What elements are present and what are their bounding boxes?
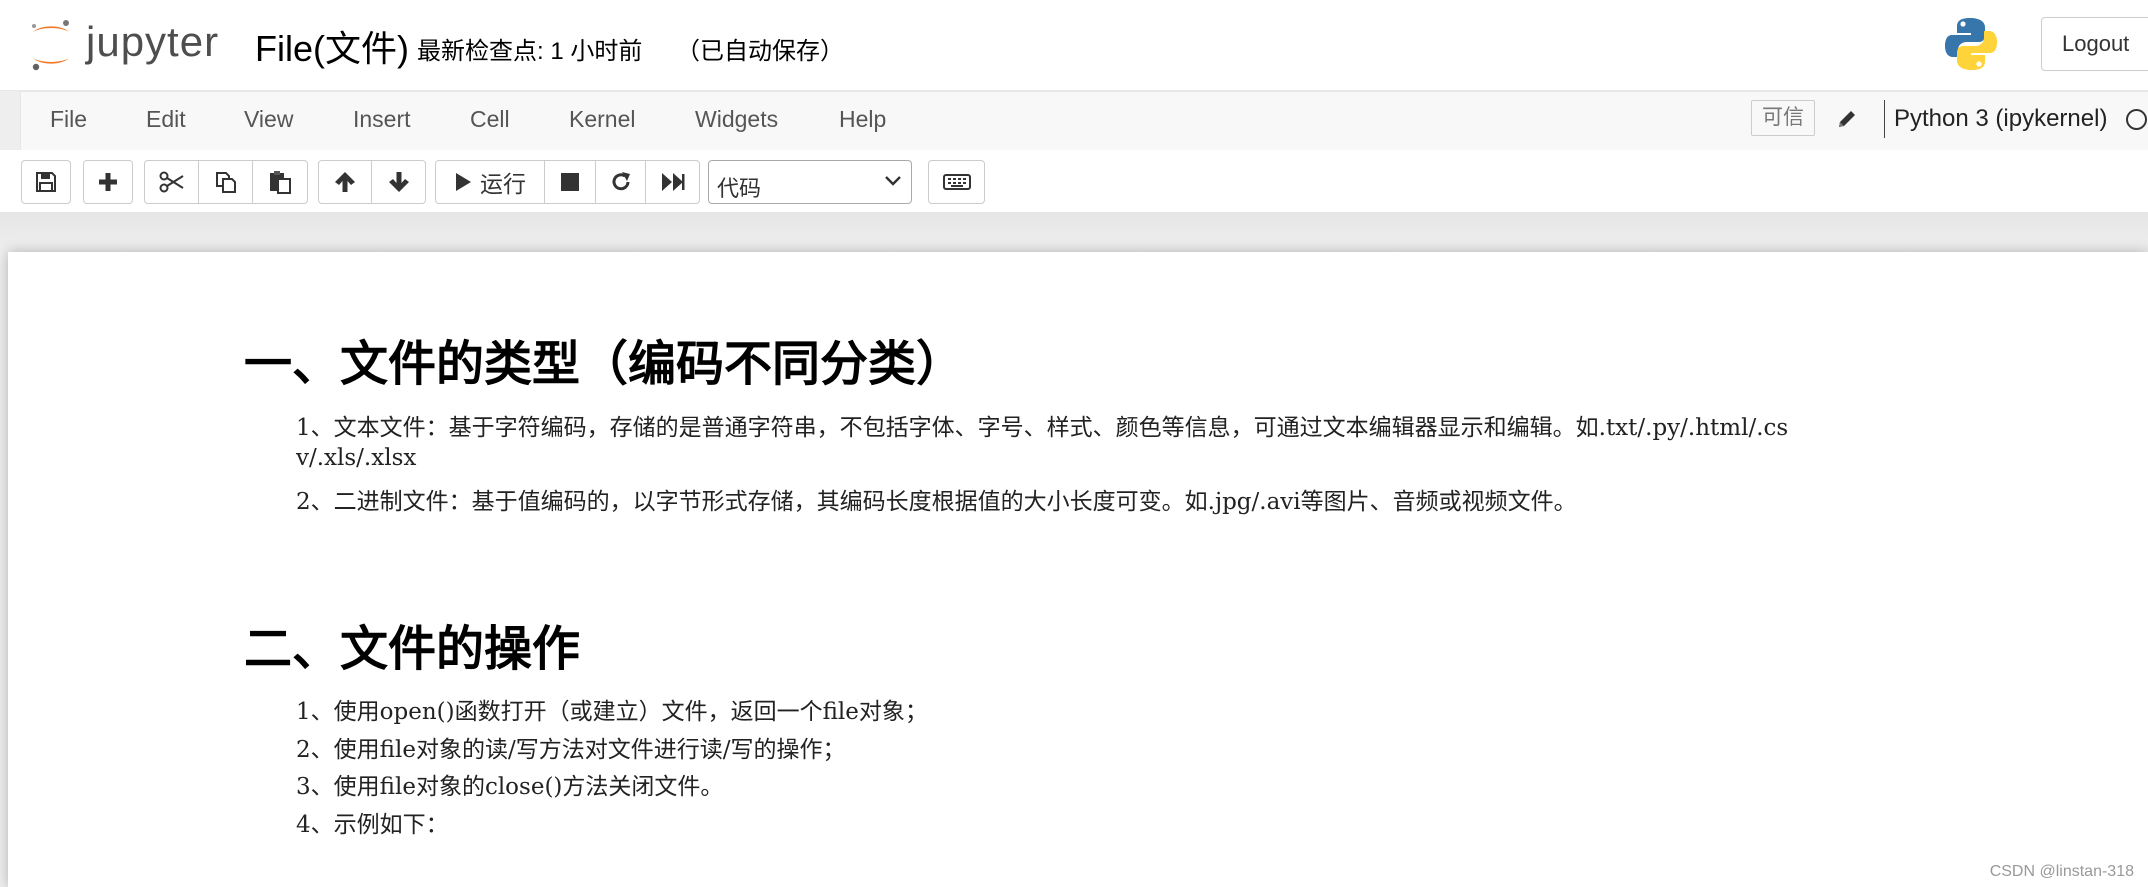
- section2-line-3: 3、使用file对象的close()方法关闭文件。: [296, 774, 724, 800]
- plus-icon: [99, 173, 117, 191]
- jupyter-logo-icon: [32, 20, 69, 71]
- stop-icon: [561, 173, 579, 191]
- cell-type-select[interactable]: 代码: [708, 160, 912, 204]
- section1-line-1: 1、文本文件：基于字符编码，存储的是普通字符串，不包括字体、字号、样式、颜色等信…: [296, 415, 1789, 441]
- move-up-button[interactable]: [318, 160, 372, 204]
- move-down-button[interactable]: [372, 160, 426, 204]
- trusted-indicator[interactable]: 可信: [1751, 100, 1815, 136]
- fast-forward-icon: [661, 173, 684, 191]
- menu-widgets[interactable]: Widgets: [695, 106, 778, 133]
- toolbar: 运行 代码: [0, 150, 2148, 212]
- menu-kernel[interactable]: Kernel: [569, 106, 635, 133]
- section1-heading: 一、文件的类型（编码不同分类）: [244, 336, 965, 392]
- menu-view[interactable]: View: [244, 106, 293, 133]
- menubar: File Edit View Insert Cell Kernel Widget…: [20, 91, 2148, 151]
- section1-line-3: 2、二进制文件：基于值编码的，以字节形式存储，其编码长度根据值的大小长度可变。如…: [296, 489, 1577, 515]
- interrupt-button[interactable]: [545, 160, 596, 204]
- cell-type-value: 代码: [717, 176, 762, 201]
- run-button[interactable]: 运行: [435, 160, 545, 204]
- command-palette-button[interactable]: [928, 160, 985, 204]
- menu-help[interactable]: Help: [839, 106, 886, 133]
- menu-insert[interactable]: Insert: [353, 106, 411, 133]
- kernel-name[interactable]: Python 3 (ipykernel): [1894, 105, 2107, 133]
- copy-icon: [215, 172, 236, 193]
- logout-button[interactable]: Logout: [2041, 17, 2148, 71]
- menu-file[interactable]: File: [50, 106, 87, 133]
- checkpoint-status: 最新检查点: 1 小时前: [417, 38, 643, 65]
- restart-run-all-button[interactable]: [646, 160, 700, 204]
- notebook-name[interactable]: File(文件): [255, 20, 409, 72]
- jupyter-logo[interactable]: jupyter: [28, 18, 228, 72]
- logo-text: jupyter: [86, 18, 220, 65]
- save-icon: [36, 172, 56, 192]
- section2-line-4: 4、示例如下：: [296, 812, 449, 838]
- section2-heading: 二、文件的操作: [244, 621, 581, 677]
- chevron-down-icon: [885, 176, 901, 186]
- kernel-idle-icon: [2126, 109, 2147, 130]
- header: jupyter File(文件) 最新检查点: 1 小时前 （已自动保存） Lo…: [0, 0, 2148, 91]
- menu-edit[interactable]: Edit: [146, 106, 186, 133]
- kernel-divider: [1884, 100, 1885, 138]
- play-icon: [456, 173, 471, 191]
- section1-line-2: v/.xls/.xlsx: [296, 445, 417, 471]
- python-logo-icon: [1945, 18, 1997, 70]
- paste-icon: [270, 171, 291, 194]
- pencil-icon[interactable]: [1836, 108, 1858, 130]
- notebook-container[interactable]: 一、文件的类型（编码不同分类） 1、文本文件：基于字符编码，存储的是普通字符串，…: [8, 252, 2148, 887]
- add-cell-button[interactable]: [83, 160, 133, 204]
- menu-cell[interactable]: Cell: [470, 106, 510, 133]
- arrow-down-icon: [388, 172, 409, 192]
- copy-button[interactable]: [199, 160, 253, 204]
- run-label: 运行: [480, 171, 526, 197]
- site-background: [0, 212, 2148, 252]
- section2-line-1: 1、使用open()函数打开（或建立）文件，返回一个file对象；: [296, 699, 928, 725]
- keyboard-icon: [942, 174, 971, 190]
- paste-button[interactable]: [253, 160, 308, 204]
- autosave-status: （已自动保存）: [676, 38, 844, 65]
- watermark: CSDN @linstan-318: [1989, 863, 2134, 880]
- section2-line-2: 2、使用file对象的读/写方法对文件进行读/写的操作；: [296, 737, 846, 763]
- cut-button[interactable]: [144, 160, 199, 204]
- scissors-icon: [159, 171, 184, 193]
- save-button[interactable]: [21, 160, 71, 204]
- restart-button[interactable]: [596, 160, 646, 204]
- arrow-up-icon: [335, 172, 355, 192]
- restart-icon: [612, 172, 630, 191]
